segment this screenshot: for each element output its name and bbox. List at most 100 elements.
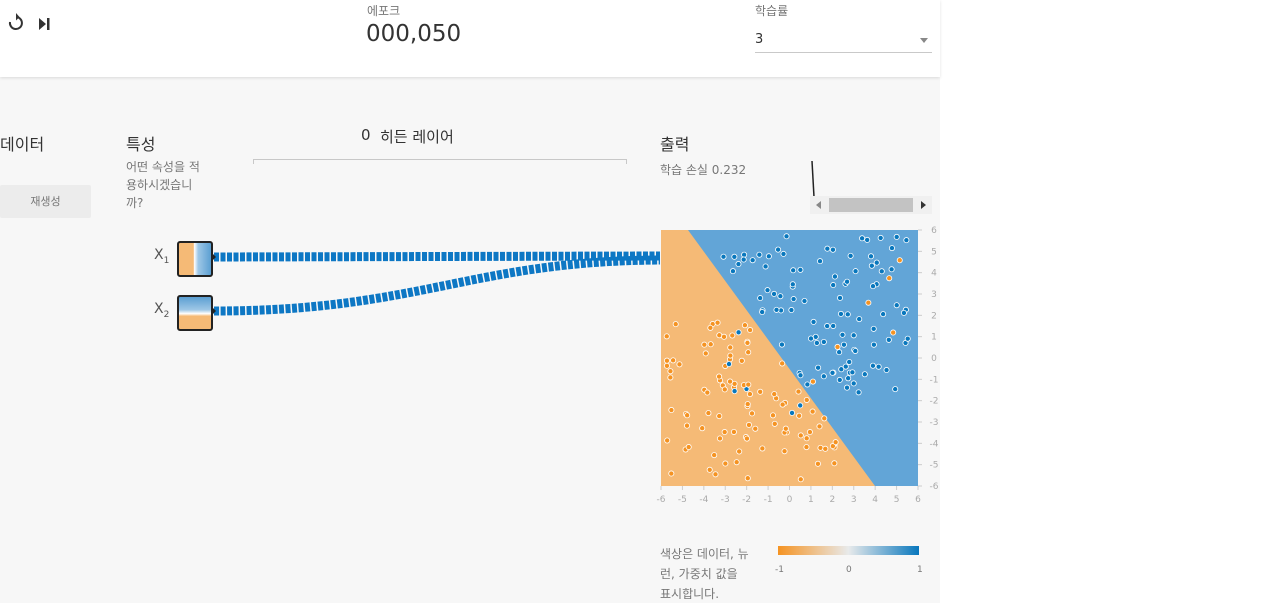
legend-mid-label: 0	[846, 565, 852, 575]
data-point	[721, 386, 728, 393]
data-point	[861, 371, 868, 378]
data-point	[702, 350, 709, 357]
y-axis: 6 5 4 3 2 1 0 -1 -2 -3 -4 -5 -6	[918, 226, 939, 492]
dropdown-arrow-icon	[920, 38, 928, 43]
data-point	[885, 336, 892, 343]
data-point	[765, 253, 772, 260]
data-point	[729, 268, 736, 275]
data-point	[822, 445, 829, 452]
feature-x2-node[interactable]	[177, 295, 213, 331]
data-point	[804, 381, 811, 388]
data-point	[869, 362, 876, 369]
scroll-right-icon[interactable]	[921, 201, 926, 209]
x-tick-label: 2	[829, 495, 835, 505]
x-axis: -6 -5 -4 -3 -2 -1 0 1 2 3 4 5 6	[657, 486, 921, 505]
data-point	[846, 358, 853, 365]
data-point	[752, 425, 759, 432]
learning-rate-label: 학습률	[755, 4, 789, 18]
y-tick-label: -6	[930, 482, 939, 492]
data-point	[722, 460, 729, 467]
data-point	[864, 236, 871, 243]
output-plot: 6 5 4 3 2 1 0 -1 -2 -3 -4 -5 -6 -6 -5 -4 -3 -2 -1 0 1 2 3 4 5 6	[657, 226, 939, 505]
data-point	[831, 460, 838, 467]
data-point	[832, 439, 839, 446]
y-tick-label: -3	[930, 418, 939, 428]
data-point	[773, 306, 780, 313]
data-point	[684, 412, 691, 419]
data-point	[735, 329, 742, 336]
data-point	[744, 339, 751, 346]
data-point	[845, 375, 852, 382]
data-point	[900, 309, 907, 316]
tooltip-pointer	[811, 160, 815, 198]
learning-rate-select[interactable]: 3	[755, 28, 932, 53]
data-point	[817, 444, 824, 451]
data-point	[829, 246, 836, 253]
data-point	[809, 408, 816, 415]
data-point	[816, 423, 823, 430]
data-point	[890, 329, 897, 336]
data-point	[721, 333, 728, 340]
scroll-left-icon[interactable]	[816, 201, 821, 209]
data-point	[788, 307, 795, 314]
feature-x2-label: X2	[154, 301, 169, 320]
data-point	[744, 475, 751, 482]
data-point	[668, 470, 675, 477]
data-point	[726, 361, 733, 368]
data-point	[831, 273, 838, 280]
data-point	[707, 341, 714, 348]
data-point	[764, 287, 771, 294]
data-point	[716, 413, 723, 420]
data-point	[716, 435, 723, 442]
x-tick-label: -2	[742, 495, 751, 505]
epoch-label: 에포크	[367, 4, 401, 18]
data-point	[838, 366, 845, 373]
y-tick-label: 2	[931, 311, 937, 321]
data-point	[746, 391, 753, 398]
data-point	[870, 341, 877, 348]
y-tick-label: -2	[930, 397, 939, 407]
link-x2-output[interactable]	[213, 255, 661, 316]
data-point	[684, 422, 691, 429]
reset-icon[interactable]	[2, 10, 28, 38]
data-point	[809, 378, 816, 385]
data-point	[896, 257, 903, 264]
data-point	[736, 448, 743, 455]
x-tick-label: -6	[657, 495, 666, 505]
data-point	[731, 388, 738, 395]
data-point	[781, 448, 788, 455]
data-point	[699, 425, 706, 432]
scroll-thumb[interactable]	[829, 198, 913, 212]
data-point	[814, 460, 821, 467]
data-point	[779, 360, 786, 367]
y-tick-label: 3	[931, 290, 937, 300]
horizontal-scrollbar[interactable]	[810, 196, 932, 214]
y-tick-label: -5	[930, 461, 939, 471]
step-icon[interactable]	[34, 10, 60, 38]
data-point	[878, 268, 885, 275]
data-point	[771, 420, 778, 427]
top-bar: 에포크 000,050 학습률 3	[0, 0, 940, 77]
data-point	[667, 368, 674, 375]
data-point	[850, 332, 857, 339]
data-point	[892, 386, 899, 393]
data-point	[821, 415, 828, 422]
x-tick-label: -4	[699, 495, 708, 505]
data-point	[865, 299, 872, 306]
x-tick-label: 1	[808, 495, 814, 505]
data-point	[870, 283, 877, 290]
data-point	[830, 282, 837, 289]
data-point	[720, 253, 727, 260]
data-point	[789, 409, 796, 416]
data-point	[701, 341, 708, 348]
data-point	[877, 234, 884, 241]
link-x1-output[interactable]	[213, 251, 661, 262]
data-point	[893, 302, 900, 309]
data-point	[714, 319, 721, 326]
output-title: 출력	[660, 135, 690, 154]
data-point	[837, 294, 844, 301]
feature-x1-node[interactable]	[177, 241, 213, 277]
data-point	[664, 437, 671, 444]
data-point	[733, 459, 740, 466]
data-point	[868, 262, 875, 269]
